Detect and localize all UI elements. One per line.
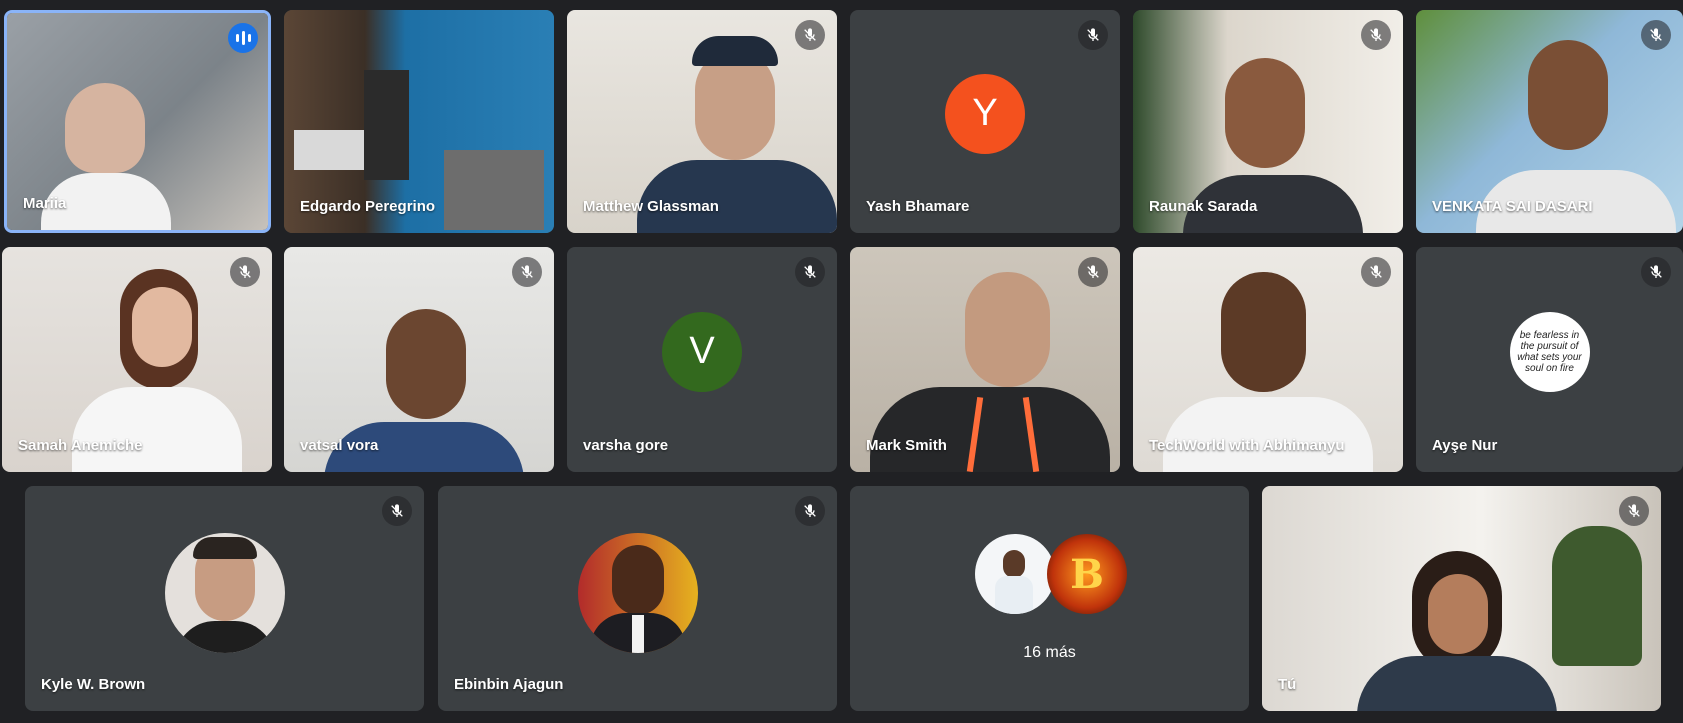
participant-name: Samah Anemiche <box>18 437 143 454</box>
participant-tile-ayse[interactable]: be fearless in the pursuit of what sets … <box>1416 247 1683 472</box>
participant-tile-vatsal[interactable]: vatsal vora <box>284 247 554 472</box>
mic-off-icon <box>1078 257 1108 287</box>
more-avatar-letter: B <box>1070 550 1104 598</box>
participant-name: VENKATA SAI DASARI <box>1432 198 1593 215</box>
participant-name: TechWorld with Abhimanyu <box>1149 437 1345 454</box>
participant-name: Raunak Sarada <box>1149 198 1258 215</box>
participant-name: Ayşe Nur <box>1432 437 1498 454</box>
participant-name: Yash Bhamare <box>866 198 970 215</box>
participant-tile-mark[interactable]: Mark Smith <box>850 247 1120 472</box>
avatar-quote: be fearless in the pursuit of what sets … <box>1517 329 1582 374</box>
more-avatar-2: B <box>1047 534 1127 614</box>
participant-tile-kyle[interactable]: Kyle W. Brown <box>25 486 424 711</box>
avatar <box>577 532 698 653</box>
participant-tile-self[interactable]: Tú <box>1262 486 1661 711</box>
participant-tile-techworld[interactable]: TechWorld with Abhimanyu <box>1133 247 1403 472</box>
mic-off-icon <box>1361 20 1391 50</box>
mic-off-icon <box>230 257 260 287</box>
participant-tile-edgardo[interactable]: Edgardo Peregrino <box>284 10 554 233</box>
participant-tile-venkata[interactable]: VENKATA SAI DASARI <box>1416 10 1683 233</box>
participant-name: Edgardo Peregrino <box>300 198 436 215</box>
mic-off-icon <box>512 257 542 287</box>
mic-off-icon <box>1641 20 1671 50</box>
avatar: V <box>662 311 742 392</box>
speaking-indicator-icon <box>228 23 258 53</box>
avatar <box>164 532 285 653</box>
participant-tile-ebinbin[interactable]: Ebinbin Ajagun <box>438 486 837 711</box>
participant-tile-varsha[interactable]: V varsha gore <box>567 247 837 472</box>
mic-off-icon <box>1619 496 1649 526</box>
participant-name: Mark Smith <box>866 437 947 454</box>
avatar: Y <box>945 73 1025 154</box>
mic-off-icon <box>795 20 825 50</box>
participant-tile-mariia[interactable]: Mariia <box>4 10 271 233</box>
participant-tile-samah[interactable]: Samah Anemiche <box>2 247 272 472</box>
participant-name: Tú <box>1278 676 1297 693</box>
participant-video <box>1262 486 1661 711</box>
mic-off-icon <box>1641 257 1671 287</box>
mic-off-icon <box>382 496 412 526</box>
participant-tile-yash[interactable]: Y Yash Bhamare <box>850 10 1120 233</box>
participant-name: Mariia <box>23 195 67 212</box>
participant-tile-matthew[interactable]: Matthew Glassman <box>567 10 837 233</box>
participant-name: Matthew Glassman <box>583 198 719 215</box>
mic-off-icon <box>795 257 825 287</box>
mic-off-icon <box>1078 20 1108 50</box>
participant-name: Ebinbin Ajagun <box>454 676 564 693</box>
participant-name: Kyle W. Brown <box>41 676 146 693</box>
more-participants-label: 16 más <box>1023 644 1076 661</box>
mic-off-icon <box>795 496 825 526</box>
mic-off-icon <box>1361 257 1391 287</box>
participant-name: vatsal vora <box>300 437 379 454</box>
participant-tile-raunak[interactable]: Raunak Sarada <box>1133 10 1403 233</box>
participant-name: varsha gore <box>583 437 669 454</box>
more-avatar-1 <box>975 534 1055 614</box>
more-participants-tile[interactable]: B 16 más <box>850 486 1249 711</box>
avatar: be fearless in the pursuit of what sets … <box>1509 311 1590 392</box>
